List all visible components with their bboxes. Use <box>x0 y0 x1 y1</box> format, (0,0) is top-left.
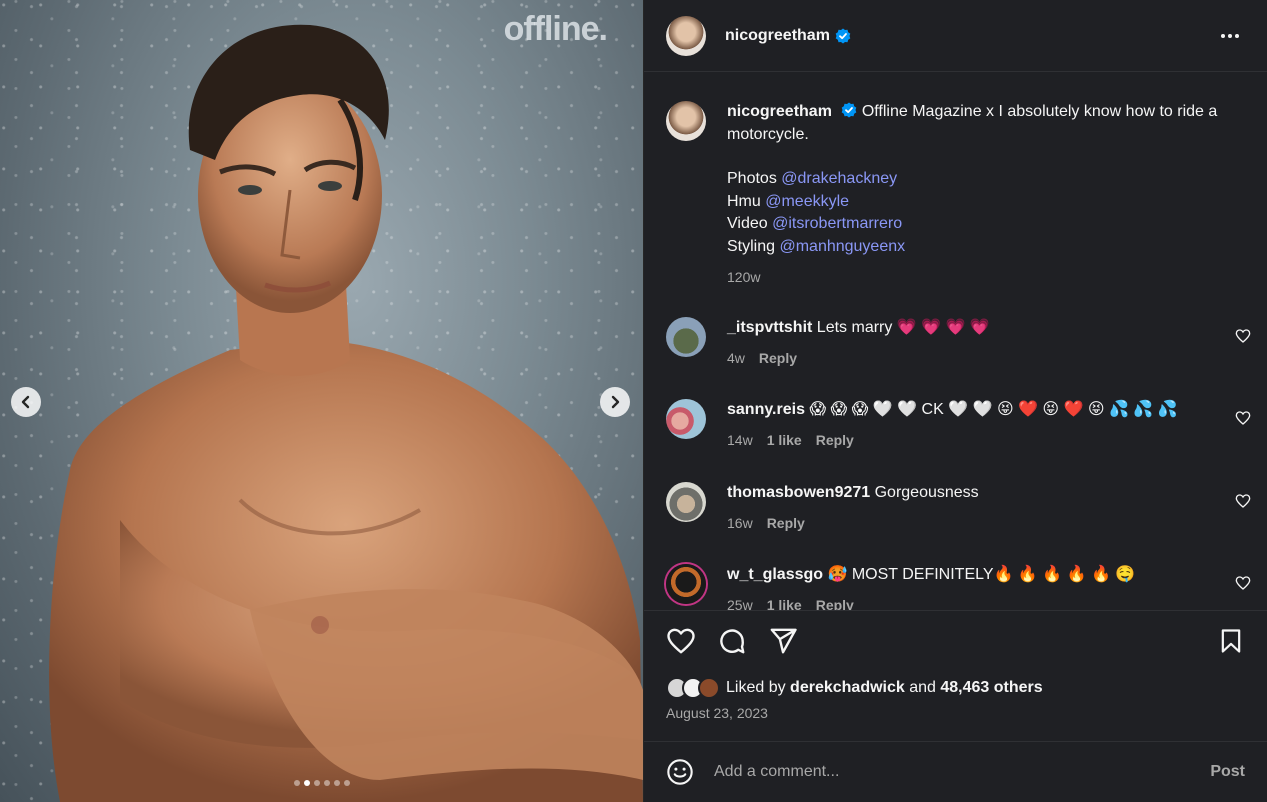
carousel-dot <box>303 780 310 786</box>
liker-avatar <box>698 677 720 699</box>
like-comment-heart-icon[interactable] <box>1235 575 1251 591</box>
post-details-panel: nicogreetham nicogreetham Offline Magazi… <box>643 0 1267 802</box>
comment-item: sanny.reis 😱 😱 😱 🤍 🤍 CK 🤍 🤍 😝 ❤️ 😝 ❤️ 😝 … <box>666 399 1251 451</box>
comment-like-count[interactable]: 1 like <box>767 597 802 610</box>
more-options-icon[interactable] <box>1215 28 1245 44</box>
reply-button[interactable]: Reply <box>816 432 854 448</box>
magazine-watermark: offline. <box>503 10 608 48</box>
commenter-username[interactable]: sanny.reis <box>727 401 805 418</box>
like-heart-icon[interactable] <box>666 626 696 656</box>
verified-badge-icon <box>835 28 851 43</box>
reply-button[interactable]: Reply <box>759 350 797 366</box>
caption-credit-video: Video @itsrobertmarrero <box>727 215 903 232</box>
likes-count[interactable]: 48,463 others <box>940 679 1042 696</box>
like-comment-heart-icon[interactable] <box>1235 493 1251 509</box>
post-comment-button[interactable]: Post <box>1210 763 1245 781</box>
reply-button[interactable]: Reply <box>767 515 805 531</box>
comment-text: 🥵 MOST DEFINITELY🔥 🔥 🔥 🔥 🔥 🤤 <box>827 566 1136 583</box>
commenter-avatar-story-ring[interactable] <box>666 564 706 604</box>
comment-time: 4w <box>727 350 745 366</box>
commenter-avatar[interactable] <box>666 399 706 439</box>
mention-link[interactable]: @drakehackney <box>781 170 897 187</box>
post-photo <box>49 24 643 802</box>
emoji-icon[interactable] <box>666 758 694 786</box>
comment-composer: Post <box>644 741 1267 802</box>
author-avatar[interactable] <box>666 15 706 56</box>
post-header: nicogreetham <box>644 0 1267 72</box>
comment-time: 16w <box>727 515 753 531</box>
instagram-post: offline. nicogreetham nicogreetham Offli… <box>0 0 1267 802</box>
likes-text: Liked by derekchadwick and 48,463 others <box>726 679 1043 696</box>
post-date: August 23, 2023 <box>666 705 768 721</box>
save-bookmark-icon[interactable] <box>1217 627 1245 655</box>
comment-like-count[interactable]: 1 like <box>767 432 802 448</box>
carousel-dot <box>343 780 350 786</box>
carousel-dot <box>313 780 320 786</box>
post-actions: Liked by derekchadwick and 48,463 others… <box>644 610 1267 740</box>
carousel-dot <box>333 780 340 786</box>
mention-link[interactable]: @manhnguyeenx <box>779 238 905 255</box>
like-comment-heart-icon[interactable] <box>1235 410 1251 426</box>
previous-slide-button[interactable] <box>11 387 41 417</box>
post-media[interactable]: offline. <box>0 0 643 802</box>
comment-input[interactable] <box>714 763 1211 781</box>
next-slide-button[interactable] <box>600 387 630 417</box>
caption-username[interactable]: nicogreetham <box>727 103 832 120</box>
commenter-username[interactable]: w_t_glassgo <box>727 566 823 583</box>
caption-credit-styling: Styling @manhnguyeenx <box>727 237 906 255</box>
comment-time: 14w <box>727 432 753 448</box>
caption-credit-hmu: Hmu @meekkyle <box>727 192 850 210</box>
comments-list[interactable]: nicogreetham Offline Magazine x I absolu… <box>644 73 1267 610</box>
carousel-dot <box>293 780 300 786</box>
commenter-avatar[interactable] <box>666 482 706 522</box>
reply-button[interactable]: Reply <box>816 597 854 610</box>
liker-username[interactable]: derekchadwick <box>790 679 905 696</box>
verified-badge-icon <box>842 102 857 118</box>
likes-summary[interactable]: Liked by derekchadwick and 48,463 others <box>666 677 1245 699</box>
share-send-icon[interactable] <box>768 626 798 656</box>
carousel-indicator <box>0 780 643 786</box>
comment-text: Gorgeousness <box>874 484 979 501</box>
commenter-username[interactable]: thomasbowen9271 <box>727 484 870 501</box>
caption-avatar[interactable] <box>666 101 706 141</box>
caption-credit-photos: Photos @drakehackney <box>727 170 898 187</box>
chevron-right-icon <box>611 395 620 409</box>
commenter-username[interactable]: _itspvttshit <box>727 319 812 336</box>
carousel-dot <box>323 780 330 786</box>
comment-bubble-icon[interactable] <box>717 626 747 656</box>
comment-item: thomasbowen9271 Gorgeousness 16w Reply <box>666 482 1251 534</box>
author-username[interactable]: nicogreetham <box>725 27 830 45</box>
mention-link[interactable]: @itsrobertmarrero <box>772 215 902 232</box>
post-caption: nicogreetham Offline Magazine x I absolu… <box>644 73 1267 289</box>
caption-timestamp: 120w <box>727 269 761 285</box>
comment-time: 25w <box>727 597 753 610</box>
comment-text: Lets marry 💗 💗 💗 💗 <box>816 319 990 336</box>
comment-item: w_t_glassgo 🥵 MOST DEFINITELY🔥 🔥 🔥 🔥 🔥 🤤… <box>666 564 1251 610</box>
like-comment-heart-icon[interactable] <box>1235 328 1251 344</box>
comment-item: _itspvttshit Lets marry 💗 💗 💗 💗 4w Reply <box>666 317 1251 369</box>
commenter-avatar[interactable] <box>666 317 706 357</box>
mention-link[interactable]: @meekkyle <box>765 193 849 210</box>
comment-text: 😱 😱 😱 🤍 🤍 CK 🤍 🤍 😝 ❤️ 😝 ❤️ 😝 💦 💦 💦 <box>809 401 1178 418</box>
chevron-left-icon <box>21 395 30 409</box>
